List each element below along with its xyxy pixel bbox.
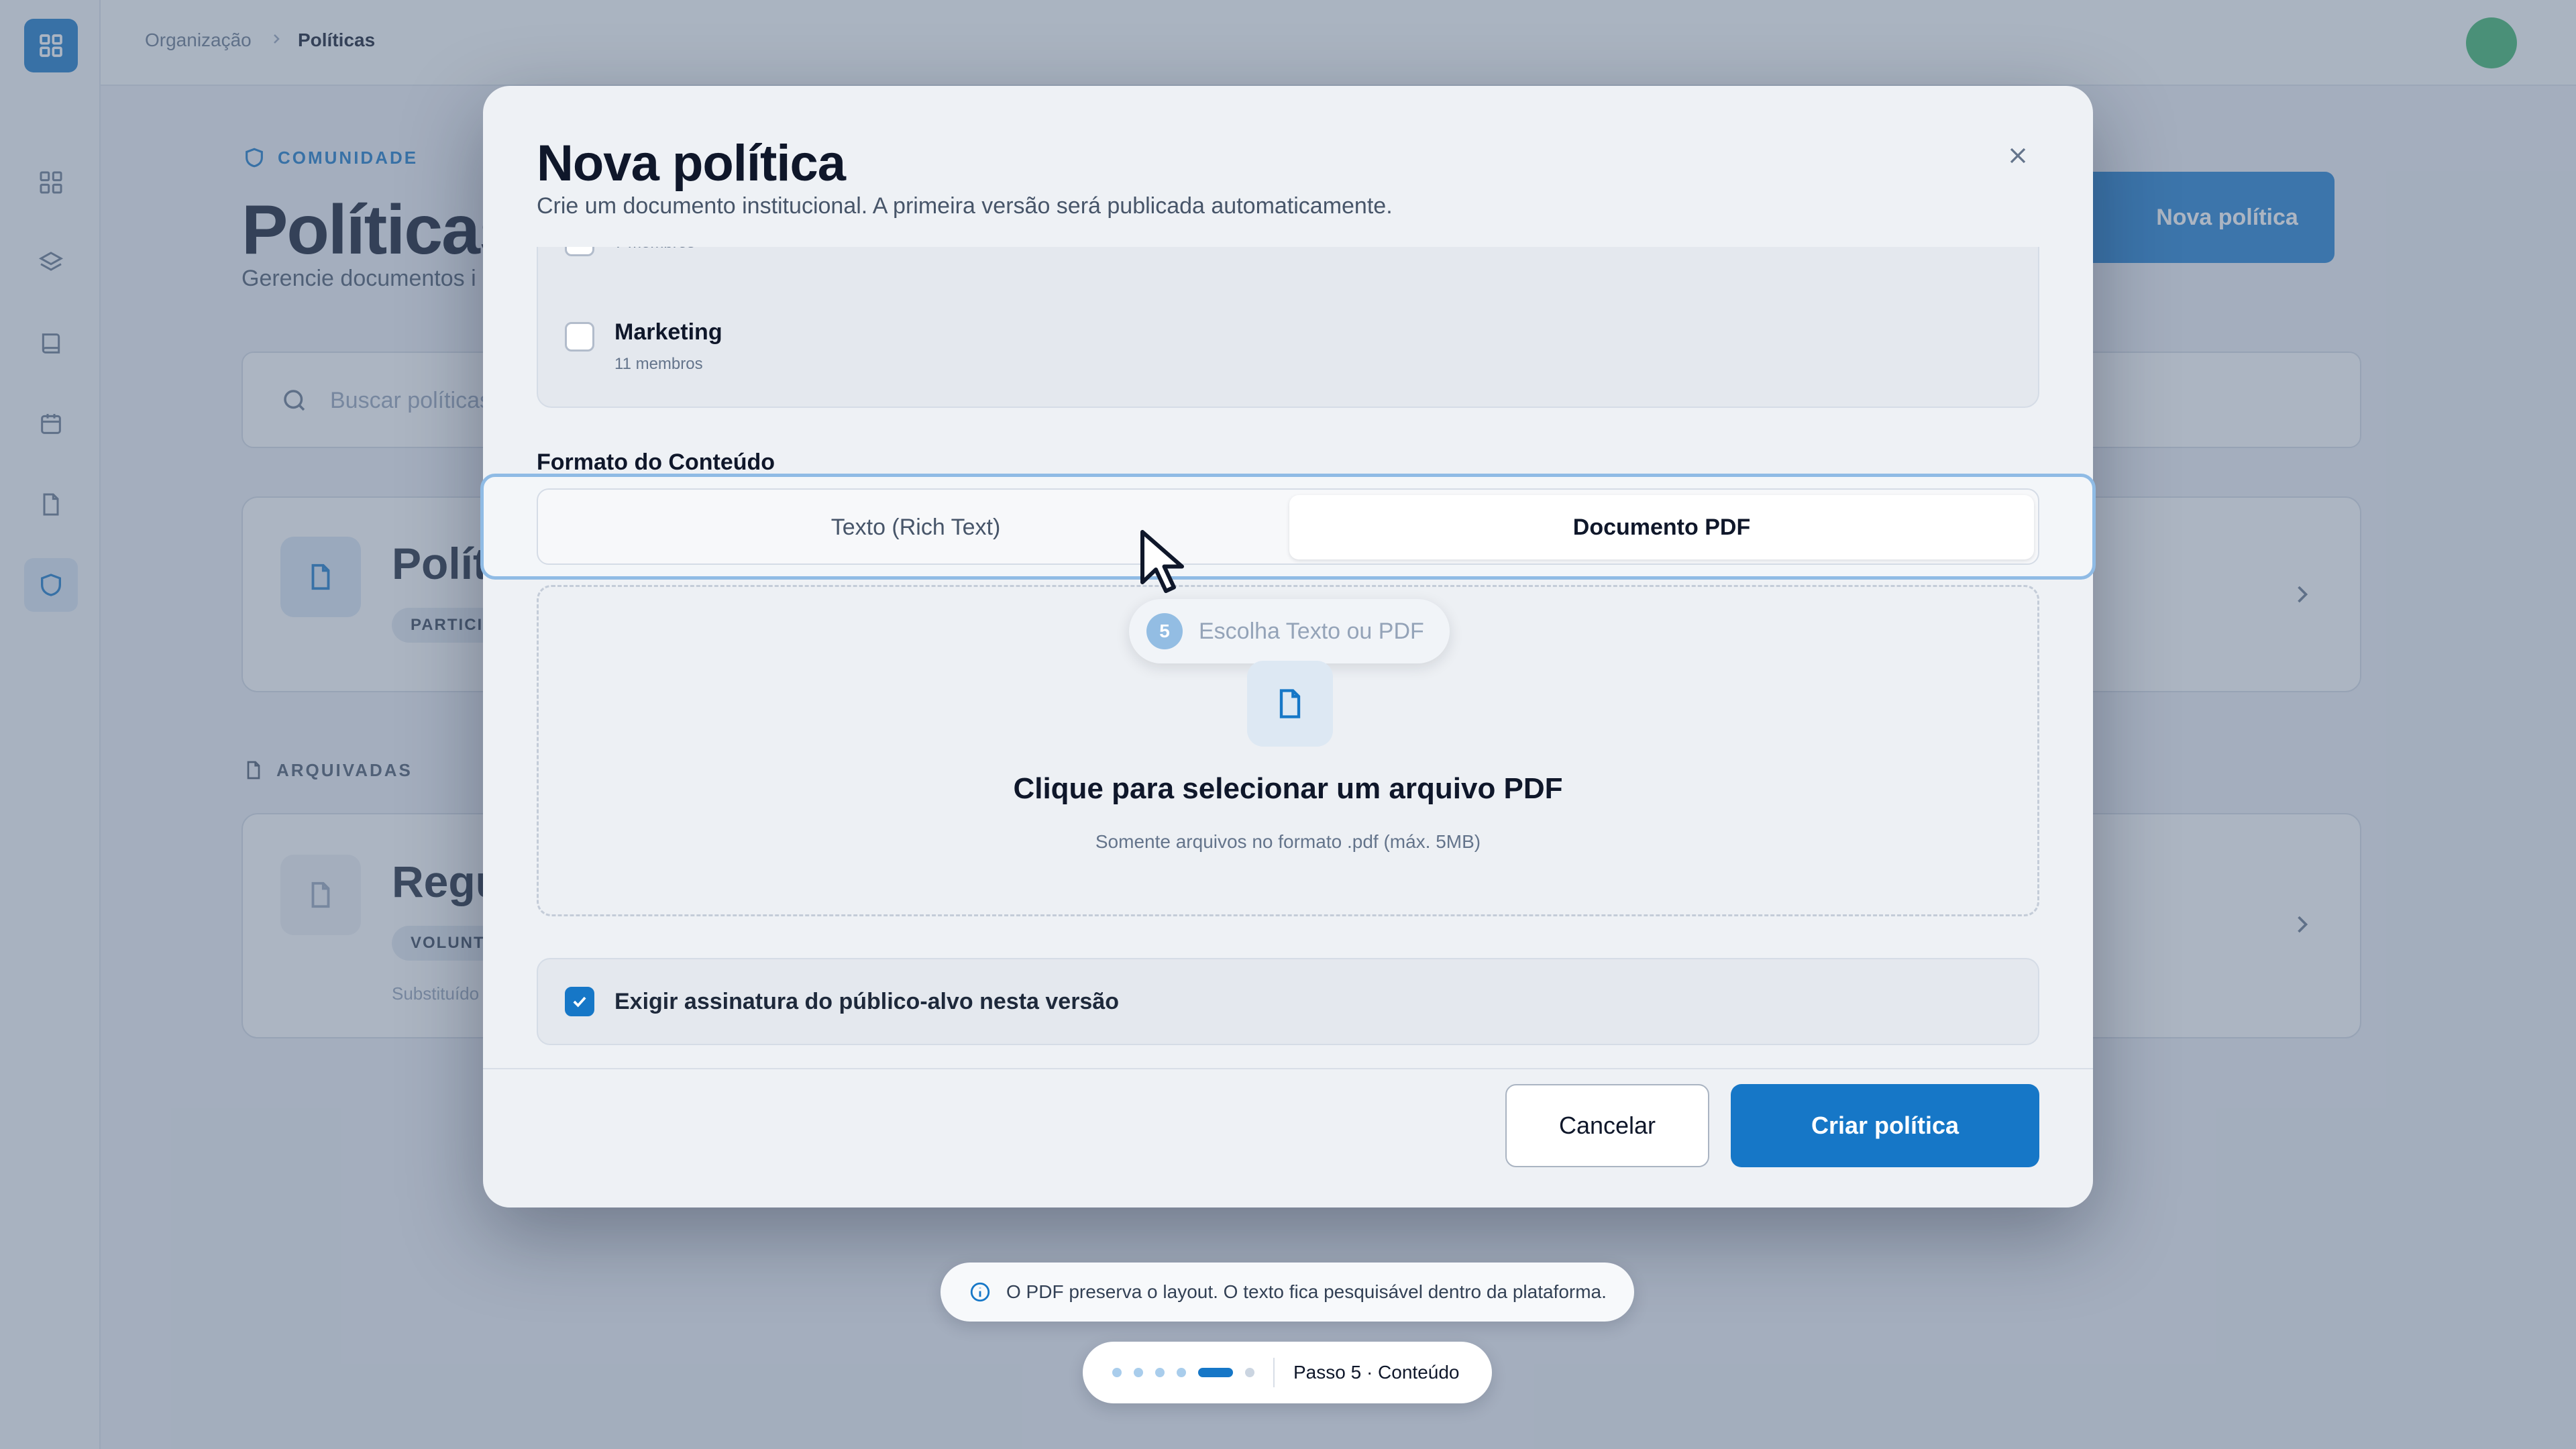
audience-group-list[interactable]: 7 membros Marketing 11 membros xyxy=(537,247,2039,408)
close-icon xyxy=(2010,148,2026,164)
create-policy-button[interactable]: Criar política xyxy=(1731,1084,2039,1167)
footer-divider xyxy=(483,1068,2093,1069)
step-progress: Passo 5 · Conteúdo xyxy=(1083,1342,1492,1403)
info-toast-text: O PDF preserva o layout. O texto fica pe… xyxy=(1006,1281,1607,1302)
mouse-cursor-icon xyxy=(1140,530,1184,593)
info-icon xyxy=(970,1282,990,1302)
progress-dot xyxy=(1245,1368,1254,1377)
step-number-badge: 5 xyxy=(1146,613,1183,649)
dropzone-title: Clique para selecionar um arquivo PDF xyxy=(1013,772,1563,805)
dropzone-hint: Somente arquivos no formato .pdf (máx. 5… xyxy=(1095,831,1481,852)
check-icon xyxy=(573,996,586,1008)
progress-dot xyxy=(1112,1368,1122,1377)
group-member-count: 11 membros xyxy=(614,355,703,373)
cancel-button[interactable]: Cancelar xyxy=(1505,1084,1709,1167)
progress-dot xyxy=(1177,1368,1186,1377)
close-button[interactable] xyxy=(1991,129,2045,182)
progress-dot xyxy=(1155,1368,1165,1377)
format-toggle[interactable]: Texto (Rich Text) Documento PDF xyxy=(537,488,2039,565)
progress-dot-current xyxy=(1198,1368,1233,1377)
group-name: Marketing xyxy=(614,319,722,345)
require-signature-label: Exigir assinatura do público-alvo nesta … xyxy=(614,988,1120,1014)
dialog-title: Nova política xyxy=(537,135,846,192)
progress-label: Passo 5 · Conteúdo xyxy=(1293,1362,1460,1383)
require-signature-checkbox[interactable] xyxy=(565,987,594,1016)
step-tooltip: 5 Escolha Texto ou PDF xyxy=(1129,599,1450,663)
step-tooltip-text: Escolha Texto ou PDF xyxy=(1199,618,1424,644)
new-policy-dialog: Nova política Crie um documento instituc… xyxy=(480,86,2096,1208)
group-item[interactable]: Marketing 11 membros xyxy=(565,319,722,374)
group-item[interactable]: 7 membros xyxy=(565,247,695,256)
format-label: Formato do Conteúdo xyxy=(537,449,775,475)
require-signature-option[interactable]: Exigir assinatura do público-alvo nesta … xyxy=(537,958,2039,1045)
file-icon xyxy=(1279,689,1301,718)
progress-divider xyxy=(1273,1358,1275,1387)
pdf-dropzone[interactable]: 5 Escolha Texto ou PDF Clique para selec… xyxy=(537,585,2039,916)
group-member-count: 7 membros xyxy=(614,247,695,252)
progress-dot xyxy=(1134,1368,1143,1377)
format-option-pdf[interactable]: Documento PDF xyxy=(1289,495,2034,559)
group-checkbox[interactable] xyxy=(565,247,594,256)
dialog-subtitle: Crie um documento institucional. A prime… xyxy=(537,193,1393,219)
info-toast: O PDF preserva o layout. O texto fica pe… xyxy=(941,1263,1634,1322)
pdf-file-icon-tile xyxy=(1247,661,1333,747)
group-checkbox[interactable] xyxy=(565,322,594,352)
